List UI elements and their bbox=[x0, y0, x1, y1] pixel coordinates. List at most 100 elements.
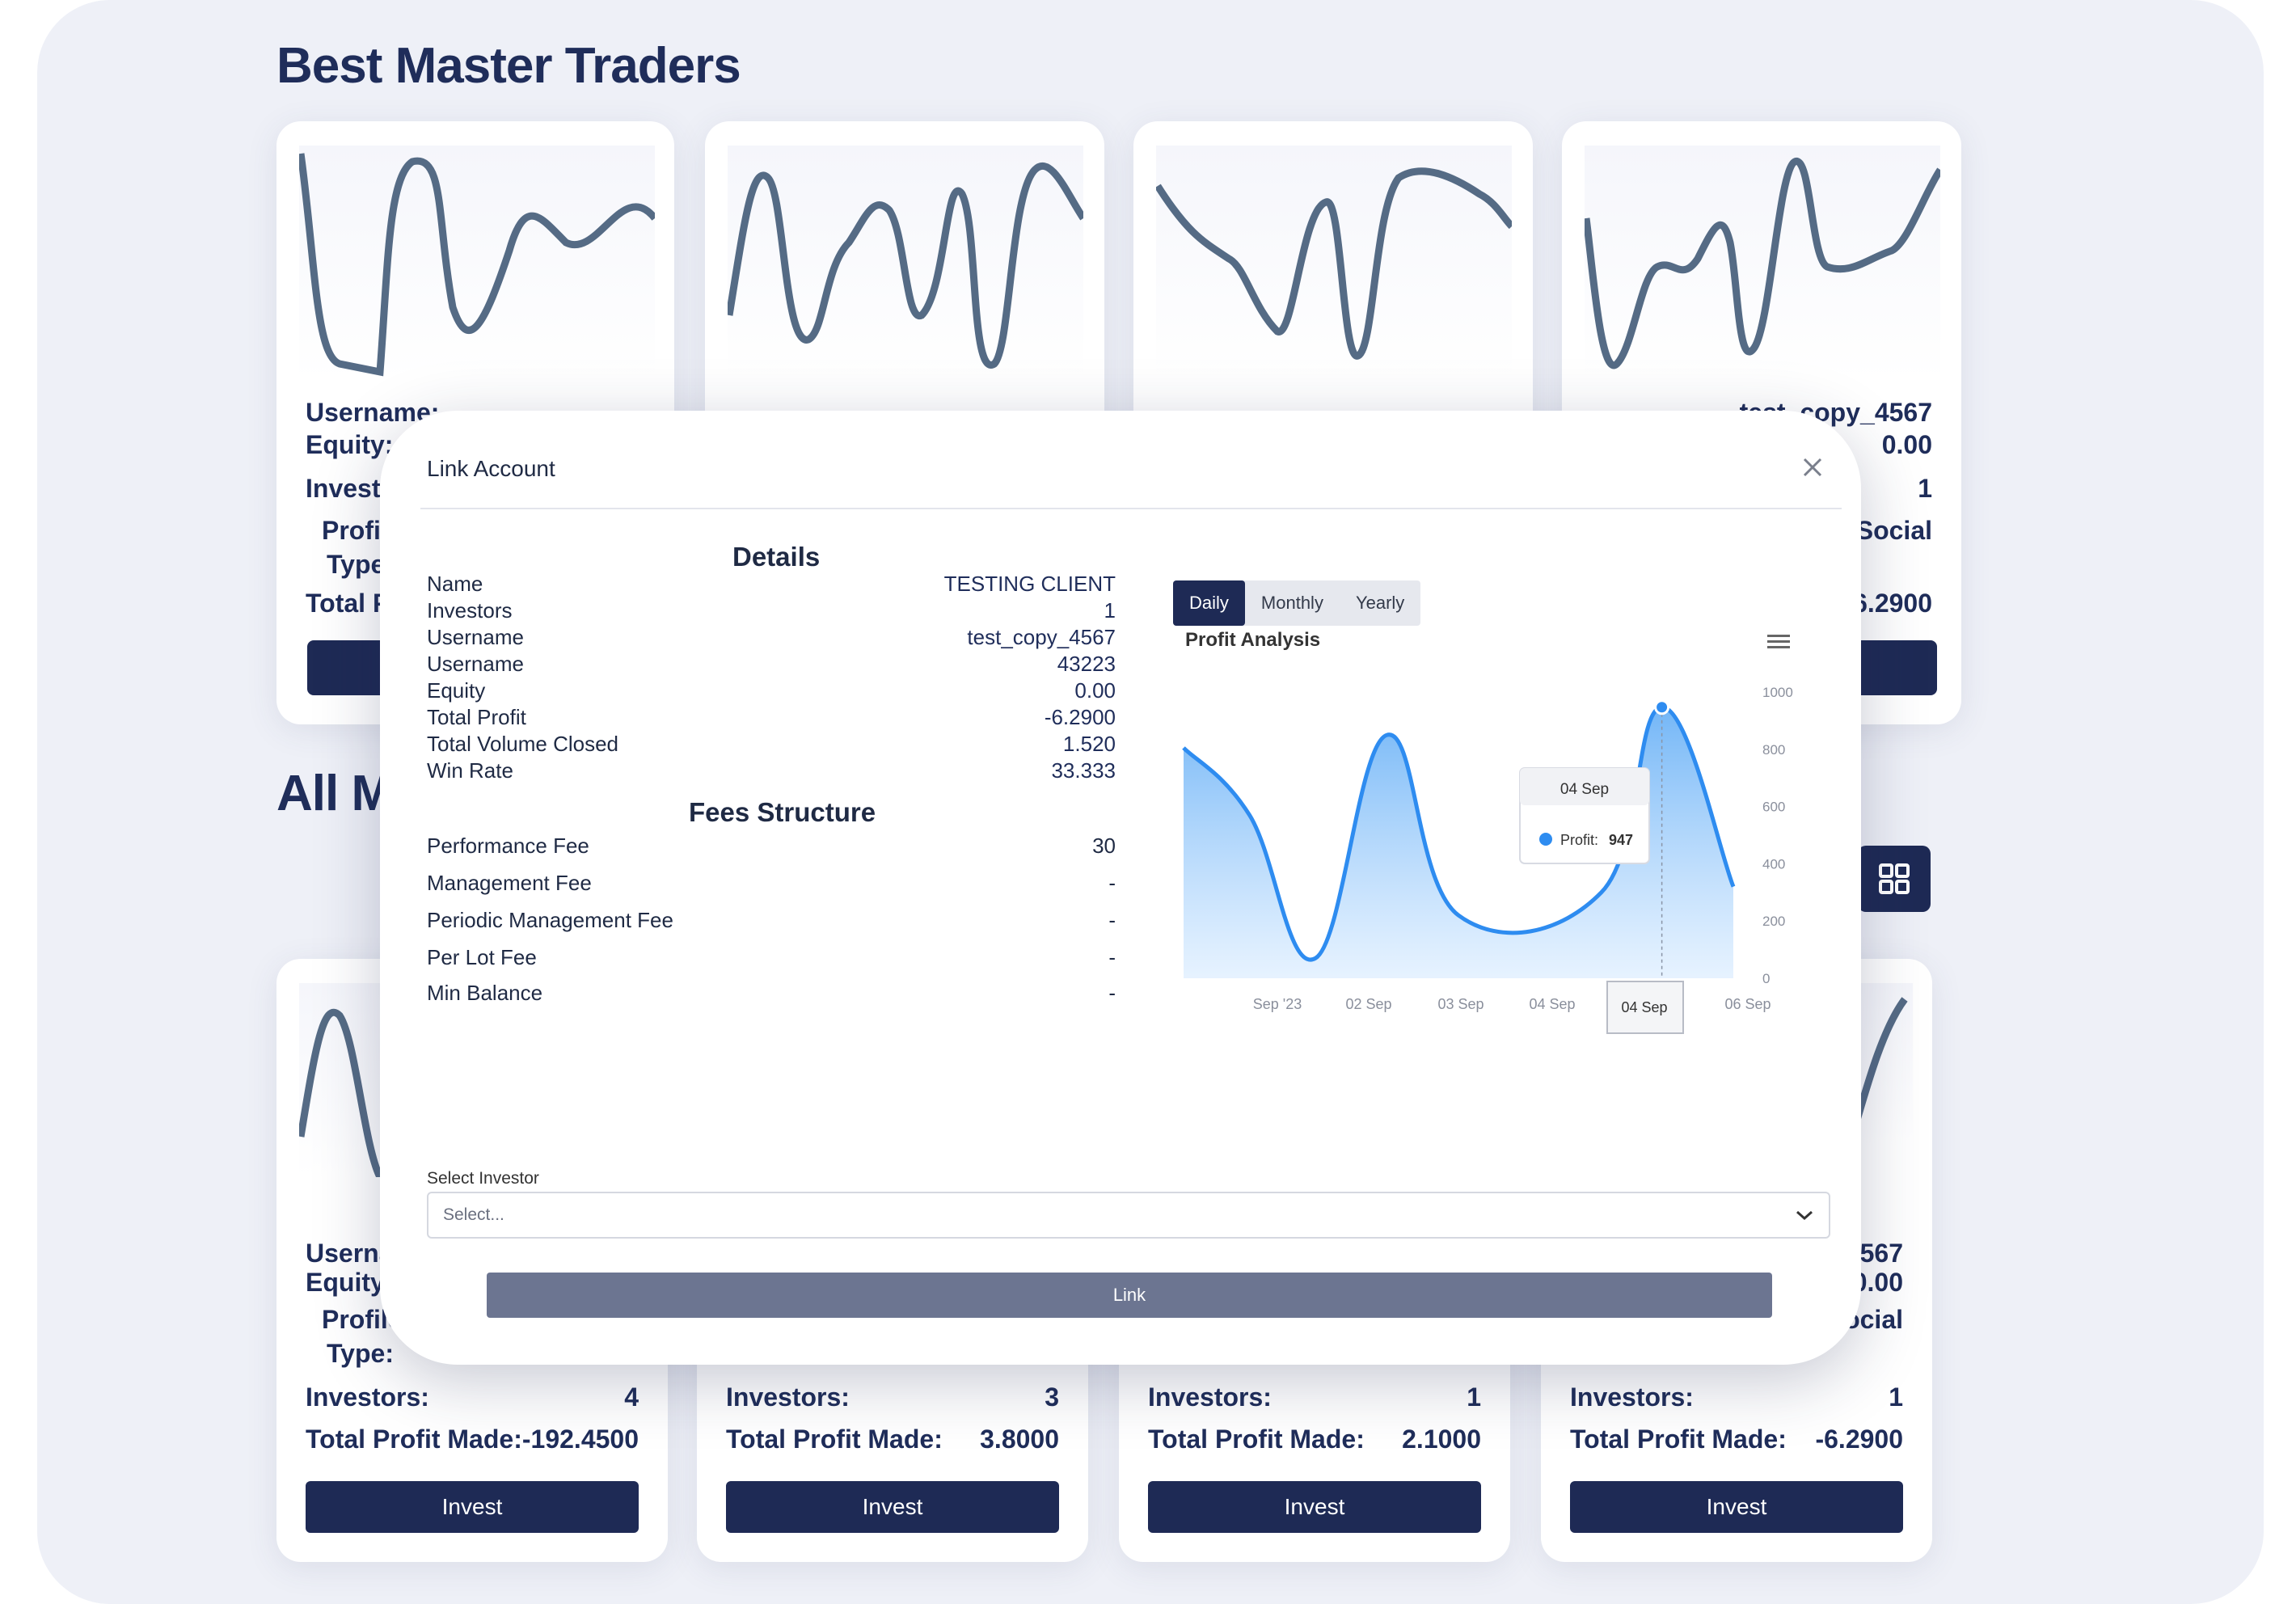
equity-value: 0.00 bbox=[1881, 430, 1932, 459]
tab-daily[interactable]: Daily bbox=[1173, 580, 1245, 626]
total-profit-label: Total Profit Made: bbox=[306, 1425, 522, 1454]
grid-icon bbox=[1879, 863, 1910, 894]
investors-label: Investors: bbox=[726, 1382, 850, 1412]
detail-row: Username test_copy_4567 bbox=[427, 624, 1116, 651]
detail-label: Username bbox=[427, 625, 524, 649]
tab-monthly[interactable]: Monthly bbox=[1245, 580, 1340, 626]
investors-label: Investors: bbox=[1570, 1382, 1694, 1412]
fee-value: - bbox=[1108, 945, 1116, 969]
investors-label: Investors: bbox=[306, 1382, 429, 1412]
modal-divider bbox=[420, 508, 1842, 509]
tooltip-dot bbox=[1539, 833, 1552, 846]
invest-button[interactable]: Invest bbox=[1148, 1481, 1481, 1533]
invest-button[interactable]: Invest bbox=[726, 1481, 1059, 1533]
tab-yearly[interactable]: Yearly bbox=[1340, 580, 1420, 626]
y-tick-label: 600 bbox=[1762, 800, 1785, 815]
tooltip-series: Profit bbox=[1560, 832, 1594, 848]
trader-sparkline bbox=[1582, 146, 1944, 380]
svg-text:Profit: 947: Profit: 947 bbox=[1560, 832, 1633, 848]
y-tick-label: 800 bbox=[1762, 742, 1785, 758]
tooltip-value: 947 bbox=[1609, 832, 1633, 848]
total-profit-label: Total Profit Made: bbox=[1570, 1425, 1787, 1454]
best-traders-title: Best Master Traders bbox=[276, 38, 741, 94]
invest-button[interactable]: Invest bbox=[1570, 1481, 1903, 1533]
tooltip-date: 04 Sep bbox=[1560, 781, 1609, 798]
x-tick-label: Sep '23 bbox=[1253, 996, 1302, 1012]
period-tabs: Daily Monthly Yearly bbox=[1173, 580, 1421, 626]
x-tick-label: 02 Sep bbox=[1345, 996, 1391, 1012]
fee-row: Min Balance - bbox=[427, 980, 1116, 1007]
fee-row: Per Lot Fee - bbox=[427, 944, 1116, 971]
investors-label: Investors: bbox=[1148, 1382, 1272, 1412]
total-profit-value: 6.2900 bbox=[1853, 589, 1932, 618]
fee-value: 30 bbox=[1092, 834, 1116, 858]
investors-value: 1 bbox=[1889, 1382, 1903, 1412]
detail-label: Win Rate bbox=[427, 758, 513, 783]
all-traders-title: All M bbox=[276, 766, 393, 821]
x-tick-label: 04 Sep bbox=[1621, 999, 1667, 1015]
modal-title: Link Account bbox=[427, 456, 555, 481]
profile-value: Social bbox=[1855, 516, 1932, 545]
detail-row: Investors 1 bbox=[427, 597, 1116, 624]
x-tick-label: 06 Sep bbox=[1724, 996, 1771, 1012]
detail-row: Total Profit -6.2900 bbox=[427, 704, 1116, 731]
detail-label: Total Volume Closed bbox=[427, 732, 619, 756]
investors-value: 3 bbox=[1045, 1382, 1059, 1412]
fee-label: Min Balance bbox=[427, 981, 543, 1005]
fee-value: - bbox=[1108, 871, 1116, 895]
fee-value: - bbox=[1108, 908, 1116, 932]
detail-label: Name bbox=[427, 572, 483, 596]
fee-value: - bbox=[1108, 981, 1116, 1005]
profit-area bbox=[1184, 707, 1733, 978]
investors-value: 1 bbox=[1467, 1382, 1481, 1412]
type-label: Type bbox=[327, 550, 386, 579]
fee-row: Management Fee - bbox=[427, 870, 1116, 897]
detail-row: Total Volume Closed 1.520 bbox=[427, 731, 1116, 758]
invest-button[interactable] bbox=[307, 640, 380, 695]
chevron-down-icon bbox=[1796, 1210, 1813, 1221]
y-tick-label: 400 bbox=[1762, 856, 1785, 872]
profit-marker bbox=[1654, 699, 1670, 715]
investors-value: 1 bbox=[1918, 474, 1932, 503]
profile-label: Profil bbox=[322, 516, 388, 545]
detail-label: Equity bbox=[427, 678, 486, 703]
fee-label: Per Lot Fee bbox=[427, 945, 537, 969]
total-profit-value: -6.2900 bbox=[1815, 1425, 1903, 1454]
trader-sparkline bbox=[1154, 146, 1515, 380]
detail-value: test_copy_4567 bbox=[967, 625, 1116, 649]
invest-button[interactable] bbox=[1859, 640, 1937, 695]
profit-chart: 1000 800 600 400 200 0 Sep '23 02 Sep 03 Sep 04 … bbox=[1182, 685, 1793, 1034]
detail-value: 1.520 bbox=[1062, 732, 1116, 756]
x-tick-label: 03 Sep bbox=[1437, 996, 1484, 1012]
detail-label: Username bbox=[427, 652, 524, 676]
grid-view-button[interactable] bbox=[1858, 846, 1931, 912]
fee-label: Periodic Management Fee bbox=[427, 908, 673, 932]
fee-row: Performance Fee 30 bbox=[427, 833, 1116, 859]
trader-sparkline bbox=[725, 146, 1087, 380]
invest-button[interactable]: Invest bbox=[306, 1481, 639, 1533]
link-button[interactable]: Link bbox=[487, 1273, 1772, 1318]
y-tick-label: 1000 bbox=[1762, 685, 1793, 700]
detail-value: TESTING CLIENT bbox=[943, 572, 1116, 596]
detail-row: Name TESTING CLIENT bbox=[427, 571, 1116, 597]
total-profit-value: -192.4500 bbox=[521, 1425, 639, 1454]
detail-label: Total Profit bbox=[427, 705, 526, 729]
equity-label: Equity: bbox=[306, 430, 394, 459]
fee-label: Performance Fee bbox=[427, 834, 589, 858]
total-profit-label: Total P bbox=[306, 589, 390, 618]
close-icon[interactable] bbox=[1796, 451, 1829, 483]
detail-value: 33.333 bbox=[1051, 758, 1116, 783]
y-tick-label: 200 bbox=[1762, 914, 1785, 929]
type-label: Type: bbox=[327, 1339, 394, 1368]
link-account-modal: Link Account Details Name TESTING CLIENT … bbox=[380, 411, 1861, 1365]
username-value: 567 bbox=[1859, 1239, 1903, 1268]
fees-heading: Fees Structure bbox=[689, 797, 876, 827]
total-profit-value: 2.1000 bbox=[1402, 1425, 1481, 1454]
x-tick-label: 04 Sep bbox=[1529, 996, 1575, 1012]
total-profit-value: 3.8000 bbox=[980, 1425, 1059, 1454]
detail-value: 1 bbox=[1104, 598, 1116, 623]
detail-row: Win Rate 33.333 bbox=[427, 758, 1116, 784]
detail-row: Equity 0.00 bbox=[427, 677, 1116, 704]
trader-sparkline bbox=[297, 146, 658, 380]
select-investor-dropdown[interactable]: Select... bbox=[427, 1192, 1830, 1239]
